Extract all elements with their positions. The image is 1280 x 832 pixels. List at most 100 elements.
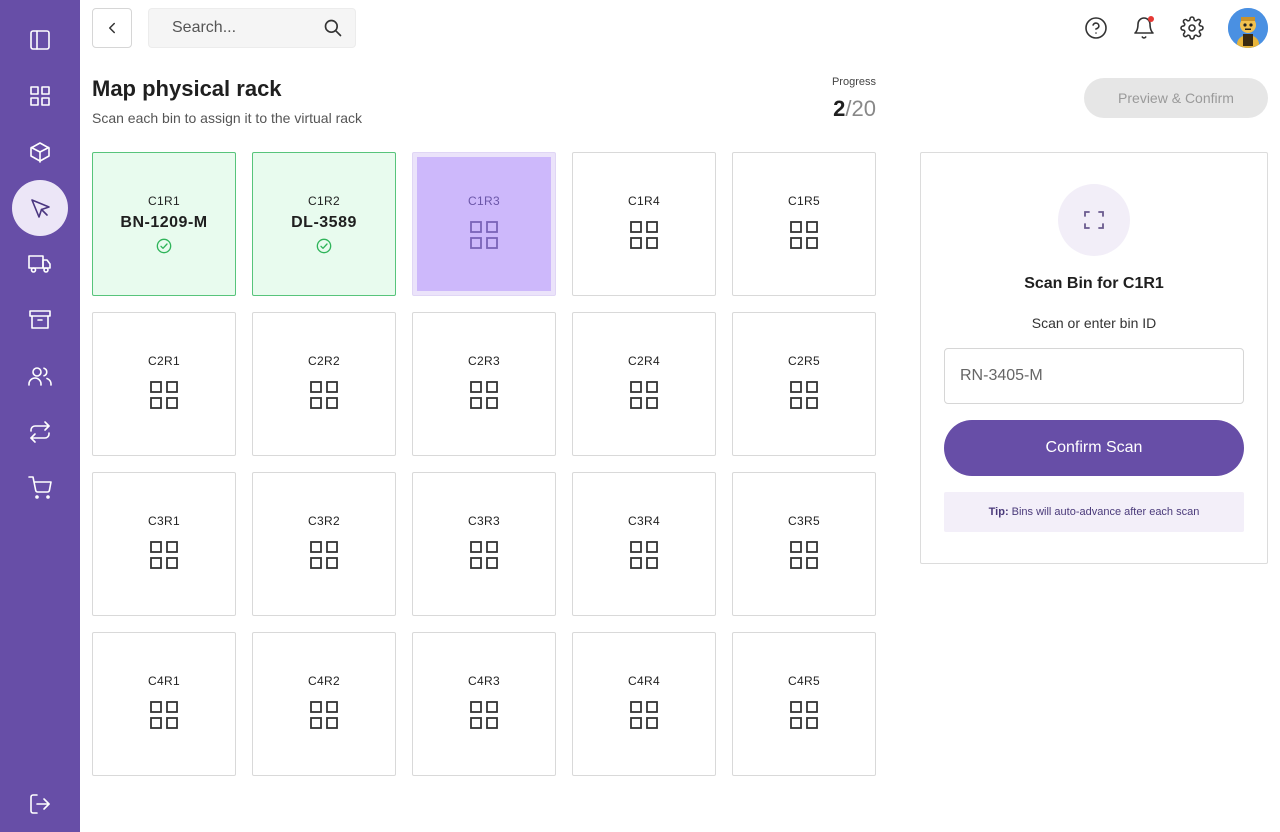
notifications-button[interactable] xyxy=(1128,12,1160,44)
sidebar-item-picking[interactable] xyxy=(12,180,68,236)
grid-icon-wrap xyxy=(629,700,659,730)
bin-code: C2R2 xyxy=(308,354,340,368)
bin-cell[interactable]: C2R3 xyxy=(412,312,556,456)
sidebar-item-users[interactable] xyxy=(12,348,68,404)
grid-icon xyxy=(630,221,658,249)
scan-panel-title: Scan Bin for C1R1 xyxy=(1024,275,1164,292)
progress-value: 2/20 xyxy=(833,96,876,122)
bin-cell[interactable]: C1R2 DL-3589 xyxy=(252,152,396,296)
grid-icon-wrap xyxy=(149,700,179,730)
scan-panel: Scan Bin for C1R1 Scan or enter bin ID C… xyxy=(920,152,1268,564)
avatar[interactable] xyxy=(1228,8,1268,48)
bin-cell[interactable]: C3R1 xyxy=(92,472,236,616)
bin-code: C4R4 xyxy=(628,674,660,688)
help-icon xyxy=(1085,17,1107,39)
bin-code: C1R1 xyxy=(148,194,180,208)
bin-cell[interactable]: C3R3 xyxy=(412,472,556,616)
bin-code: C1R4 xyxy=(628,194,660,208)
tip-label: Tip: xyxy=(988,506,1009,518)
grid-icon xyxy=(310,701,338,729)
bin-code: C3R3 xyxy=(468,514,500,528)
bin-code: C2R3 xyxy=(468,354,500,368)
sidebar-item-storage[interactable] xyxy=(12,292,68,348)
help-button[interactable] xyxy=(1080,12,1112,44)
dashboard-grid-icon xyxy=(30,86,50,106)
search-icon[interactable] xyxy=(323,18,343,38)
sidebar-item-products[interactable] xyxy=(12,124,68,180)
bin-id-input[interactable] xyxy=(944,348,1244,404)
bin-cell[interactable]: C2R1 xyxy=(92,312,236,456)
archive-icon xyxy=(29,310,51,329)
grid-icon-wrap xyxy=(309,380,339,410)
search-input[interactable] xyxy=(172,19,323,37)
bin-cell[interactable]: C1R5 xyxy=(732,152,876,296)
page-subtitle: Scan each bin to assign it to the virtua… xyxy=(92,110,363,126)
settings-button[interactable] xyxy=(1176,12,1208,44)
transfer-arrows-icon xyxy=(30,421,50,443)
bin-cell[interactable]: C4R2 xyxy=(252,632,396,776)
logout-button[interactable] xyxy=(12,776,68,832)
sidebar-item-transfers[interactable] xyxy=(12,404,68,460)
bin-active-inner: C1R3 xyxy=(417,157,551,291)
grid-icon-wrap xyxy=(149,540,179,570)
users-icon xyxy=(28,367,52,386)
notification-dot xyxy=(1148,16,1154,22)
grid-icon-wrap xyxy=(469,540,499,570)
bin-cell[interactable]: C3R4 xyxy=(572,472,716,616)
grid-icon xyxy=(470,221,498,249)
tip-text: Bins will auto-advance after each scan xyxy=(1011,506,1200,518)
bin-cell[interactable]: C4R1 xyxy=(92,632,236,776)
grid-icon-wrap xyxy=(469,700,499,730)
avatar-image xyxy=(1228,8,1268,48)
scan-frame-icon xyxy=(1084,211,1104,229)
cursor-pointer-icon xyxy=(31,199,50,218)
bin-cell[interactable]: C2R4 xyxy=(572,312,716,456)
grid-icon xyxy=(150,541,178,569)
grid-icon xyxy=(310,541,338,569)
scan-panel-subtitle: Scan or enter bin ID xyxy=(1031,315,1157,331)
check-circle-icon-wrap xyxy=(316,238,332,254)
back-button[interactable] xyxy=(92,8,132,48)
grid-icon xyxy=(150,701,178,729)
grid-icon xyxy=(790,541,818,569)
bin-cell[interactable]: C3R2 xyxy=(252,472,396,616)
sidebar-toggle-button[interactable] xyxy=(12,12,68,68)
grid-icon-wrap xyxy=(149,380,179,410)
page-title: Map physical rack xyxy=(92,76,282,101)
check-circle-icon xyxy=(316,238,332,254)
confirm-scan-button[interactable]: Confirm Scan xyxy=(944,420,1244,476)
grid-icon xyxy=(790,381,818,409)
box-icon xyxy=(30,142,50,163)
grid-icon xyxy=(470,381,498,409)
bin-cell[interactable]: C4R5 xyxy=(732,632,876,776)
sidebar xyxy=(0,0,80,832)
bin-cell[interactable]: C4R4 xyxy=(572,632,716,776)
sidebar-item-shipping[interactable] xyxy=(12,236,68,292)
grid-icon-wrap xyxy=(309,700,339,730)
grid-icon-wrap xyxy=(469,380,499,410)
check-circle-icon-wrap xyxy=(156,238,172,254)
bin-id: BN-1209-M xyxy=(120,214,208,231)
preview-confirm-button[interactable]: Preview & Confirm xyxy=(1084,78,1268,118)
bin-code: C2R5 xyxy=(788,354,820,368)
bin-id: DL-3589 xyxy=(291,214,357,231)
check-circle-icon xyxy=(156,238,172,254)
grid-icon xyxy=(630,541,658,569)
scan-icon-badge xyxy=(1058,184,1130,256)
sidebar-item-dashboard[interactable] xyxy=(12,68,68,124)
bin-code: C3R4 xyxy=(628,514,660,528)
grid-icon-wrap xyxy=(789,220,819,250)
sidebar-item-orders[interactable] xyxy=(12,460,68,516)
bin-cell[interactable]: C2R5 xyxy=(732,312,876,456)
bin-cell[interactable]: C1R4 xyxy=(572,152,716,296)
bin-cell[interactable]: C4R3 xyxy=(412,632,556,776)
bin-cell[interactable]: C3R5 xyxy=(732,472,876,616)
bin-code: C4R1 xyxy=(148,674,180,688)
grid-icon-wrap xyxy=(789,380,819,410)
bin-cell[interactable]: C1R1 BN-1209-M xyxy=(92,152,236,296)
bin-code: C1R5 xyxy=(788,194,820,208)
bin-cell[interactable]: C2R2 xyxy=(252,312,396,456)
grid-icon-wrap xyxy=(789,700,819,730)
grid-icon-wrap xyxy=(789,540,819,570)
bin-cell[interactable]: C1R3 xyxy=(412,152,556,296)
